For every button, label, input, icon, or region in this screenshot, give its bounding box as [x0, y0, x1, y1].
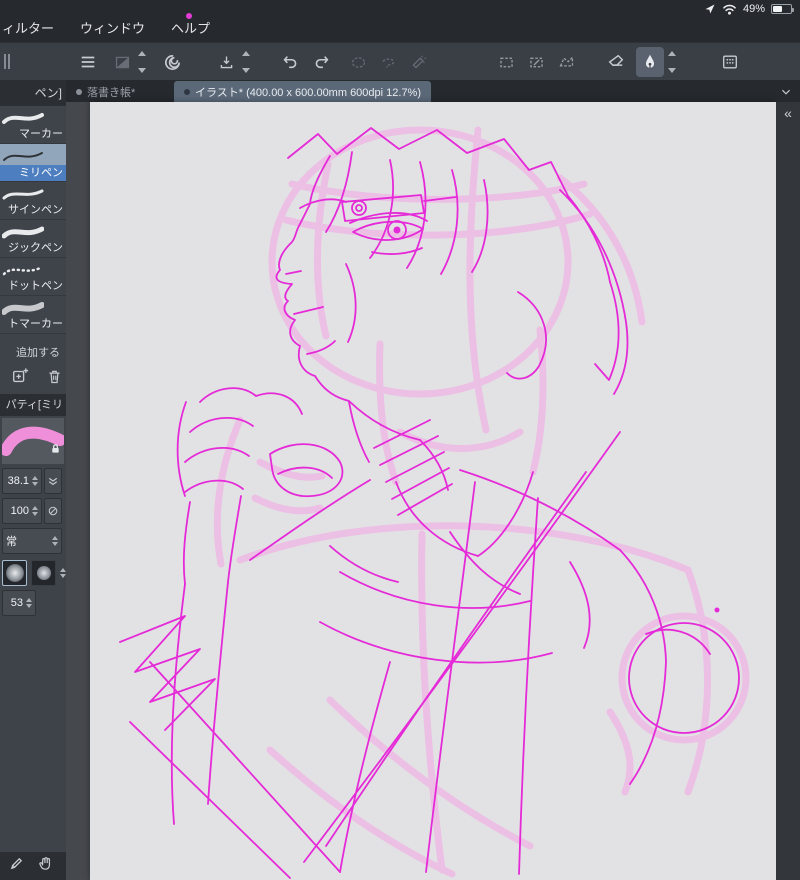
stabilization-value: 53: [10, 597, 23, 609]
notification-dot: [186, 13, 192, 19]
panel-footer: [0, 852, 66, 880]
battery-icon: [771, 4, 794, 14]
subtool-item-signpen[interactable]: サインペン: [0, 182, 66, 220]
menu-item-help[interactable]: ヘルプ: [171, 18, 210, 37]
menu-icon[interactable]: [74, 47, 102, 77]
trash-icon[interactable]: [42, 365, 66, 387]
blend-mode-value: 常: [6, 536, 17, 548]
brush-tip-hard-button[interactable]: [31, 560, 56, 586]
subtool-label: トマーカー: [8, 318, 63, 330]
import-icon[interactable]: [212, 47, 240, 77]
tab-label: 落書き帳*: [87, 86, 136, 99]
canvas-paper[interactable]: [90, 102, 776, 880]
marquee-rect-icon[interactable]: [492, 47, 520, 77]
blend-mode-stepper[interactable]: [52, 536, 58, 546]
subtool-label: マーカー: [19, 128, 63, 140]
csp-logo-icon[interactable]: [158, 47, 186, 77]
subtool-label: サインペン: [8, 204, 63, 216]
subtool-item-softmarker[interactable]: トマーカー: [0, 296, 66, 334]
brush-size-field[interactable]: 38.1: [2, 468, 42, 494]
tab-dot: [184, 88, 190, 95]
canvas-area: «: [66, 102, 800, 880]
chevron-down-icon[interactable]: [780, 85, 792, 103]
wifi-icon: [722, 3, 737, 15]
select-ellipse-icon[interactable]: [344, 47, 372, 77]
blend-mode-dropdown[interactable]: 常: [2, 528, 62, 554]
subtool-item-magicpen[interactable]: ジックペン: [0, 220, 66, 258]
battery-percent: 49%: [742, 3, 765, 15]
eraser-icon[interactable]: [602, 47, 630, 77]
location-arrow-icon: [704, 3, 716, 15]
import-stepper[interactable]: [240, 51, 252, 73]
subtool-item-milipen[interactable]: ミリペン: [0, 144, 66, 182]
marquee-new-icon[interactable]: [522, 47, 550, 77]
subtool-label: ドットペン: [8, 280, 63, 292]
opacity-stepper[interactable]: [32, 506, 38, 516]
select-lasso-icon[interactable]: [374, 47, 402, 77]
lock-icon[interactable]: [50, 441, 61, 459]
add-subtool-label: 追加する: [16, 347, 60, 359]
menu-item-window[interactable]: ウィンドウ: [80, 18, 145, 37]
gradient-tool-icon[interactable]: [108, 47, 136, 77]
tool-property-header[interactable]: パティ[ミリペ: [0, 394, 66, 433]
pen-settings-icon[interactable]: [9, 856, 24, 876]
select-wand-icon[interactable]: [404, 47, 432, 77]
size-dynamics-button[interactable]: [44, 468, 62, 494]
tab-bar: 落書き帳* イラスト* (400.00 x 600.00mm 600dpi 12…: [66, 80, 800, 102]
subtool-panel: ペン] マーカー ミリペン サインペン ジックペン ドットペン トマーカー 追加…: [0, 80, 66, 880]
redo-icon[interactable]: [308, 47, 336, 77]
subtool-group-header[interactable]: ペン]: [0, 80, 66, 106]
opacity-value: 100: [10, 505, 29, 517]
brush-size-value: 38.1: [7, 475, 29, 487]
toolbar: [0, 42, 800, 80]
menu-item-filter[interactable]: ィルター: [2, 18, 54, 37]
stabilization-stepper[interactable]: [26, 598, 32, 608]
brush-tip-soft-button[interactable]: [2, 560, 27, 586]
hand-icon[interactable]: [38, 856, 53, 876]
status-icons: 49%: [704, 2, 794, 16]
pen-icon[interactable]: [636, 47, 664, 77]
top-bar: 49% ィルター ウィンドウ ヘルプ: [0, 0, 800, 42]
undo-icon[interactable]: [276, 47, 304, 77]
tab-sketchbook[interactable]: 落書き帳*: [66, 81, 145, 102]
brush-stroke-preview: [0, 418, 66, 464]
right-panel-strip: «: [776, 102, 800, 880]
toolbar-drag-handle[interactable]: [4, 54, 10, 69]
subtool-item-dotpen[interactable]: ドットペン: [0, 258, 66, 296]
sketch-drawing: [119, 126, 750, 879]
tab-dot: [76, 88, 82, 95]
subtool-label: ミリペン: [0, 165, 66, 181]
tab-label: イラスト* (400.00 x 600.00mm 600dpi 12.7%): [195, 86, 422, 99]
pen-stepper[interactable]: [666, 51, 678, 73]
menu-bar: ィルター ウィンドウ ヘルプ: [2, 18, 210, 37]
stabilization-field[interactable]: 53: [2, 590, 36, 616]
collapse-panel-button[interactable]: «: [784, 105, 792, 121]
brush-size-stepper[interactable]: [32, 476, 38, 486]
subtool-label: ジックペン: [8, 242, 63, 254]
tablet-icon[interactable]: [716, 47, 744, 77]
gradient-stepper[interactable]: [136, 51, 148, 73]
marquee-poly-icon[interactable]: [552, 47, 580, 77]
opacity-dynamics-button[interactable]: [44, 498, 62, 524]
tab-illustration[interactable]: イラスト* (400.00 x 600.00mm 600dpi 12.7%): [174, 81, 432, 102]
opacity-field[interactable]: 100: [2, 498, 42, 524]
subtool-item-marker[interactable]: マーカー: [0, 106, 66, 144]
add-subtool-icon[interactable]: [8, 365, 32, 387]
